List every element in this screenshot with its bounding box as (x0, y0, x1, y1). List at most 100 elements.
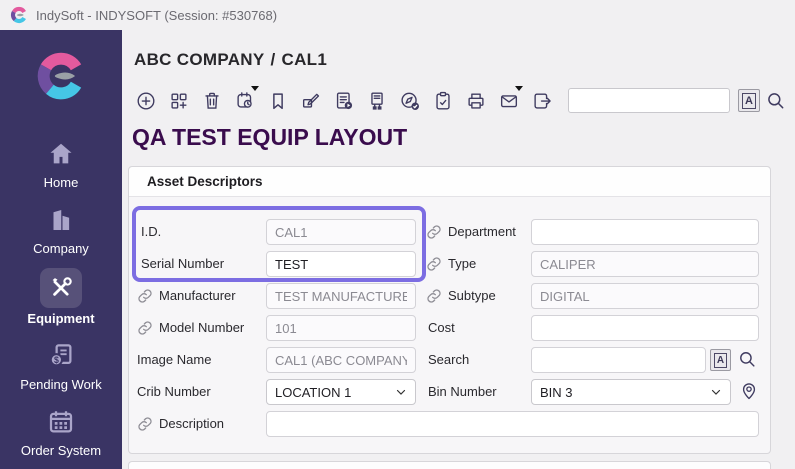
traveler-button[interactable] (366, 88, 388, 114)
export-icon (531, 90, 553, 112)
type-label: Type (448, 256, 476, 271)
description-label: Description (159, 416, 224, 431)
report-run-button[interactable] (333, 88, 355, 114)
bin-number-value: BIN 3 (540, 385, 573, 400)
sidebar-item-label: Company (33, 241, 89, 256)
toolbar (135, 88, 553, 114)
asset-search-button[interactable] (738, 350, 757, 372)
link-icon (426, 256, 442, 272)
asset-search-font-button[interactable]: A (710, 349, 731, 371)
order-system-icon (40, 404, 82, 440)
subtype-field[interactable] (531, 283, 759, 309)
next-panel-edge (128, 461, 771, 469)
sidebar-item-pending-work[interactable]: $ Pending Work (0, 338, 122, 392)
serial-number-field[interactable] (266, 251, 416, 277)
search-icon (766, 91, 786, 111)
cost-field[interactable] (531, 315, 759, 341)
sidebar-item-home[interactable]: Home (0, 136, 122, 190)
indysoft-logo-icon (10, 6, 28, 24)
chevron-down-icon (395, 386, 407, 398)
breadcrumb-company[interactable]: ABC COMPANY (134, 50, 265, 69)
delete-button[interactable] (201, 88, 223, 114)
bookmark-icon (267, 90, 289, 112)
crib-number-dropdown[interactable]: LOCATION 1 (266, 379, 416, 405)
sidebar-item-label: Home (44, 175, 79, 190)
delete-icon (201, 90, 223, 112)
link-icon (426, 224, 442, 240)
panel-header: Asset Descriptors (129, 167, 770, 197)
id-field[interactable] (266, 219, 416, 245)
edit-icon (300, 90, 322, 112)
location-pin-icon (739, 381, 759, 401)
bookmark-button[interactable] (267, 88, 289, 114)
bin-number-label: Bin Number (428, 384, 497, 399)
schedule-button[interactable] (234, 88, 256, 114)
description-field[interactable] (266, 411, 759, 437)
search-font-button[interactable]: A (738, 89, 760, 112)
traveler-icon (366, 90, 388, 112)
edit-button[interactable] (300, 88, 322, 114)
asset-search-field[interactable] (531, 347, 706, 373)
department-field[interactable] (531, 219, 759, 245)
print-button[interactable] (465, 88, 487, 114)
link-icon (137, 320, 153, 336)
schedule-icon (234, 90, 256, 112)
id-label: I.D. (141, 224, 161, 239)
model-number-label: Model Number (159, 320, 244, 335)
breadcrumb-separator: / (271, 50, 276, 69)
serial-number-label: Serial Number (141, 256, 224, 271)
chevron-down-icon (710, 386, 722, 398)
global-search-input[interactable] (568, 88, 730, 113)
manufacturer-field[interactable] (266, 283, 416, 309)
font-a-icon: A (714, 353, 727, 368)
image-name-label: Image Name (137, 352, 211, 367)
sidebar-item-company[interactable]: Company (0, 202, 122, 256)
window-titlebar: IndySoft - INDYSOFT (Session: #530768) (0, 0, 795, 30)
search-label: Search (428, 352, 469, 367)
certificate-button[interactable] (399, 88, 421, 114)
crib-number-label: Crib Number (137, 384, 211, 399)
print-icon (465, 90, 487, 112)
email-button[interactable] (498, 88, 520, 114)
cost-label: Cost (428, 320, 455, 335)
global-search-button[interactable] (766, 91, 786, 114)
link-icon (426, 288, 442, 304)
search-icon (738, 350, 757, 369)
manufacturer-label: Manufacturer (159, 288, 236, 303)
export-button[interactable] (531, 88, 553, 114)
checklist-icon (432, 90, 454, 112)
equipment-icon (40, 268, 82, 308)
breadcrumb-asset: CAL1 (282, 50, 328, 69)
sidebar-item-label: Order System (21, 443, 101, 458)
clone-button[interactable] (168, 88, 190, 114)
model-number-field[interactable] (266, 315, 416, 341)
subtype-label: Subtype (448, 288, 496, 303)
image-name-field[interactable] (266, 347, 416, 373)
add-icon (135, 90, 157, 112)
bin-location-button[interactable] (739, 381, 759, 404)
checklist-button[interactable] (432, 88, 454, 114)
add-button[interactable] (135, 88, 157, 114)
sidebar-nav: Home Company Equipment (0, 136, 122, 458)
department-label: Department (448, 224, 516, 239)
dropdown-arrow-icon (515, 86, 523, 91)
company-icon (40, 202, 82, 238)
report-run-icon (333, 90, 355, 112)
indysoft-logo (35, 50, 87, 102)
clone-icon (168, 90, 190, 112)
home-icon (40, 136, 82, 172)
font-a-icon: A (742, 93, 756, 109)
breadcrumb: ABC COMPANY / CAL1 (134, 50, 327, 70)
asset-descriptors-panel: Asset Descriptors I.D. Serial Number Man… (128, 166, 771, 454)
sidebar-item-equipment[interactable]: Equipment (0, 268, 122, 326)
certificate-icon (399, 90, 421, 112)
crib-number-value: LOCATION 1 (275, 385, 351, 400)
email-icon (498, 90, 520, 112)
window-title: IndySoft - INDYSOFT (Session: #530768) (36, 8, 277, 23)
link-icon (137, 416, 153, 432)
sidebar-item-order-system[interactable]: Order System (0, 404, 122, 458)
bin-number-dropdown[interactable]: BIN 3 (531, 379, 731, 405)
svg-text:$: $ (54, 355, 59, 365)
type-field[interactable] (531, 251, 759, 277)
sidebar-item-label: Equipment (27, 311, 94, 326)
